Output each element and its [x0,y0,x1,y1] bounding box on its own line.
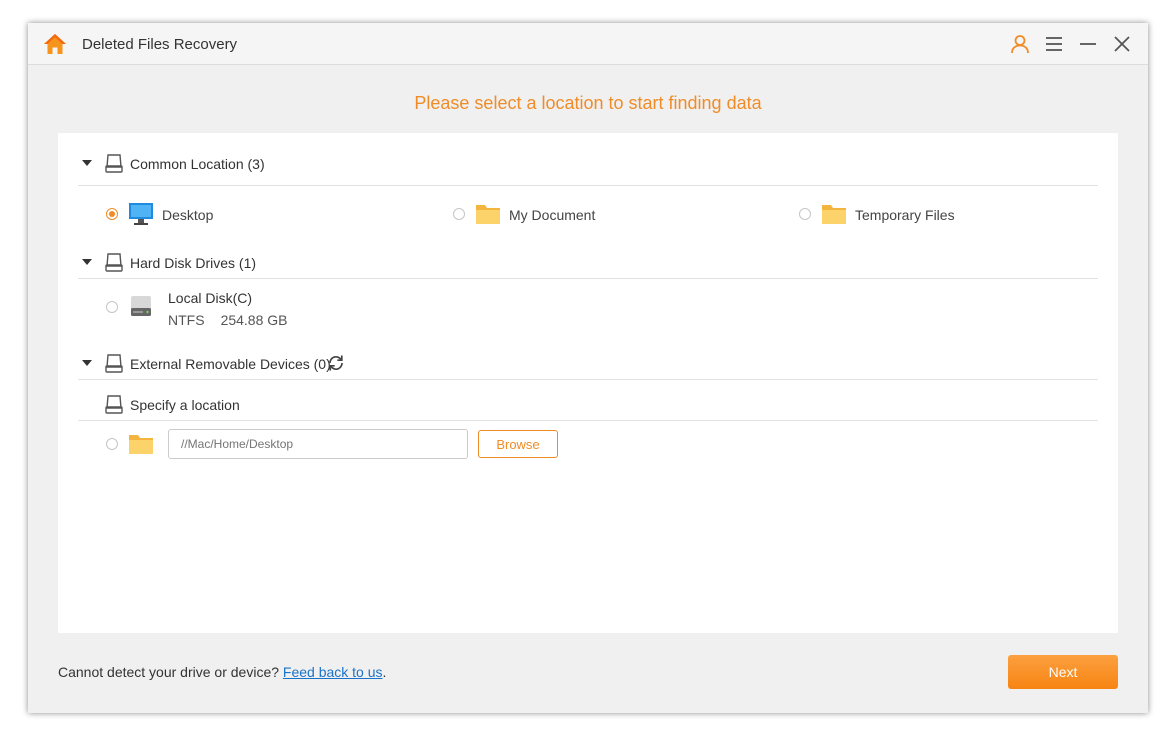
collapse-caret-icon[interactable] [82,258,92,266]
path-input[interactable] [168,429,468,459]
folder-icon [128,432,154,456]
section-specify-location: Specify a location [78,390,1098,420]
next-button[interactable]: Next [1008,655,1118,689]
user-account-button[interactable] [1009,33,1031,55]
footer-trailing: . [382,664,387,680]
folder-icon [821,202,847,226]
drive-outline-icon [105,253,123,272]
radio-local-disk-c[interactable] [106,301,118,313]
window-title: Deleted Files Recovery [82,36,238,53]
radio-specify-path[interactable] [106,438,118,450]
feedback-link[interactable]: Feed back to us [283,664,383,680]
close-icon [1114,36,1130,52]
section-external-devices: External Removable Devices (0) [78,349,1098,379]
footer-message: Cannot detect your drive or device? Feed… [58,664,386,680]
option-label: Temporary Files [855,207,955,223]
folder-icon [475,202,501,226]
home-icon [44,34,66,54]
refresh-icon[interactable] [326,353,346,373]
collapse-caret-icon[interactable] [82,359,92,367]
section-divider [78,379,1098,380]
minimize-icon [1080,43,1096,45]
footer-text: Cannot detect your drive or device? [58,664,280,680]
page-headline: Please select a location to start findin… [414,93,762,113]
section-label: Hard Disk Drives (1) [130,255,257,271]
menu-button[interactable] [1043,33,1065,55]
option-label: Desktop [162,207,214,223]
section-divider [78,278,1098,279]
drive-outline-icon [105,354,123,373]
hard-drive-icon [128,295,154,319]
option-temporary-files[interactable]: Temporary Files [799,200,1019,230]
app-window: Deleted Files Recovery Please select a l… [28,23,1148,713]
close-button[interactable] [1111,33,1133,55]
section-hard-disk-drives: Hard Disk Drives (1) [78,248,1098,278]
option-desktop[interactable]: Desktop [106,200,306,230]
section-label: Specify a location [130,397,240,413]
option-local-disk-c[interactable] [106,293,162,323]
disk-name: Local Disk(C) [168,290,253,306]
desktop-monitor-icon [128,202,154,226]
menu-icon [1046,37,1062,51]
section-divider [78,185,1098,186]
section-label: Common Location (3) [130,156,265,172]
radio-my-document[interactable] [453,208,465,220]
minimize-button[interactable] [1077,33,1099,55]
user-icon [1011,35,1029,54]
radio-temporary-files[interactable] [799,208,811,220]
browse-button[interactable]: Browse [478,430,558,458]
section-common-location: Common Location (3) [78,149,1098,179]
section-label: External Removable Devices (0) [130,356,331,372]
location-panel: Common Location (3) Desktop My Document … [58,133,1118,633]
disk-size: 254.88 GB [220,312,288,328]
disk-filesystem: NTFS [168,312,205,328]
title-bar: Deleted Files Recovery [28,23,1148,65]
drive-outline-icon [105,395,123,414]
option-my-document[interactable]: My Document [453,200,673,230]
collapse-caret-icon[interactable] [82,159,92,167]
section-divider [78,420,1098,421]
disk-details: NTFS 254.88 GB [168,312,288,328]
option-label: My Document [509,207,596,223]
option-specify-path[interactable] [106,430,162,460]
drive-outline-icon [105,154,123,173]
radio-desktop[interactable] [106,208,118,220]
